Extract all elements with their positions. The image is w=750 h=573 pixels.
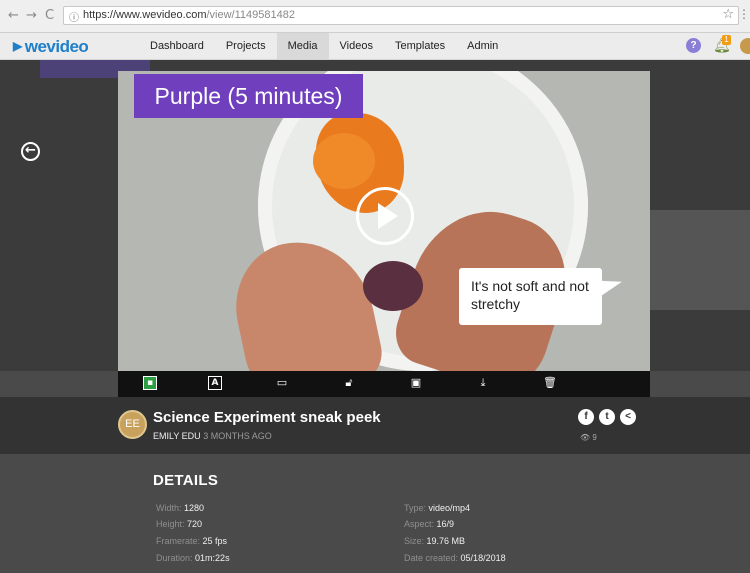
detail-date-created: Date created: 05/18/2018 — [404, 553, 506, 563]
details-panel: DETAILS Width: 1280 Height: 720 Framerat… — [0, 454, 750, 573]
detail-value: 25 fps — [202, 536, 228, 546]
detail-value: 1280 — [184, 503, 205, 513]
media-toolbar: ▪ A ▭ 🔓︎ ▣ ⤓ 🗑︎ — [118, 371, 650, 397]
share-icon[interactable]: < — [620, 409, 636, 425]
detail-label: Type: — [404, 503, 427, 513]
screen-icon[interactable]: ▭ — [275, 376, 289, 390]
nav-templates[interactable]: Templates — [384, 33, 456, 59]
help-icon[interactable]: ? — [686, 38, 701, 53]
nav-videos[interactable]: Videos — [329, 33, 384, 59]
bookmark-star-icon[interactable]: ☆ — [722, 7, 734, 22]
author-avatar[interactable]: EE — [118, 410, 147, 439]
nav-projects[interactable]: Projects — [215, 33, 277, 59]
video-info-bar: EE Science Experiment sneak peek EMILY E… — [0, 397, 750, 454]
thumbnail-icon[interactable]: ▪ — [143, 376, 157, 390]
caption-bubble: It's not soft and not stretchy — [459, 268, 625, 325]
url-host: https://www.wevideo.com — [83, 9, 207, 21]
play-button[interactable] — [356, 187, 414, 245]
author-name[interactable]: EMILY EDU — [153, 431, 201, 441]
detail-label: Date created: — [404, 553, 459, 563]
caption-text: It's not soft and not stretchy — [471, 278, 589, 312]
browser-menu-icon[interactable]: ⋮ — [738, 7, 750, 21]
url-path: /view/1149581482 — [206, 9, 295, 21]
detail-value: 05/18/2018 — [460, 553, 506, 563]
detail-label: Height: — [156, 519, 185, 529]
detail-width: Width: 1280 — [156, 503, 204, 513]
background-blur — [650, 210, 750, 310]
main-nav: Dashboard Projects Media Videos Template… — [139, 33, 509, 59]
detail-duration: Duration: 01m:22s — [156, 553, 230, 563]
detail-aspect: Aspect: 16/9 — [404, 519, 454, 529]
video-frame[interactable]: Purple (5 minutes) It's not soft and not… — [118, 71, 650, 371]
twitter-icon[interactable]: t — [599, 409, 615, 425]
detail-label: Width: — [156, 503, 182, 513]
nav-media[interactable]: Media — [276, 33, 329, 59]
detail-label: Size: — [404, 536, 425, 546]
detail-value: 01m:22s — [195, 553, 230, 563]
logo-play-icon: ▶ — [13, 39, 22, 53]
browser-back-button[interactable]: ← — [8, 8, 19, 23]
detail-value: video/mp4 — [428, 503, 471, 513]
address-text: https://www.wevideo.com/view/1149581482 — [83, 9, 295, 21]
detail-type: Type: video/mp4 — [404, 503, 470, 513]
logo-text: wevideo — [24, 37, 89, 56]
video-orange-dough — [313, 133, 375, 189]
nav-dashboard[interactable]: Dashboard — [139, 33, 215, 59]
detail-label: Aspect: — [404, 519, 435, 529]
site-info-icon[interactable]: ⓘ — [69, 9, 79, 24]
fit-icon[interactable]: ▣ — [409, 376, 423, 390]
video-purple-dough — [363, 261, 423, 311]
detail-framerate: Framerate: 25 fps — [156, 536, 227, 546]
eye-icon: 👁︎ — [580, 433, 591, 442]
nav-admin[interactable]: Admin — [456, 33, 509, 59]
detail-value: 19.76 MB — [426, 536, 466, 546]
video-title: Science Experiment sneak peek — [153, 409, 381, 426]
upload-age: 3 MONTHS AGO — [203, 431, 272, 441]
detail-value: 16/9 — [436, 519, 455, 529]
address-bar[interactable]: ⓘ https://www.wevideo.com/view/114958148… — [63, 6, 739, 25]
detail-label: Framerate: — [156, 536, 201, 546]
browser-forward-button[interactable]: → — [26, 8, 37, 23]
view-count: 👁︎ 9 — [580, 433, 597, 442]
wevideo-logo[interactable]: ▶ wevideo — [13, 37, 89, 57]
detail-value: 720 — [187, 519, 203, 529]
caption-tail — [595, 272, 625, 296]
trash-icon[interactable]: 🗑︎ — [543, 376, 557, 390]
browser-reload-button[interactable]: C — [45, 8, 54, 23]
notification-badge: 1 — [722, 35, 731, 45]
back-arrow-icon[interactable]: ← — [21, 142, 40, 161]
details-heading: DETAILS — [153, 472, 219, 489]
detail-height: Height: 720 — [156, 519, 202, 529]
video-title-overlay: Purple (5 minutes) — [134, 74, 363, 118]
text-icon[interactable]: A — [208, 376, 222, 390]
play-icon — [378, 203, 398, 229]
detail-size: Size: 19.76 MB — [404, 536, 465, 546]
detail-label: Duration: — [156, 553, 193, 563]
unlock-icon[interactable]: 🔓︎ — [342, 376, 356, 390]
facebook-icon[interactable]: f — [578, 409, 594, 425]
user-avatar[interactable] — [740, 38, 750, 54]
view-count-value: 9 — [592, 433, 597, 442]
browser-toolbar: ← → C ⓘ https://www.wevideo.com/view/114… — [0, 0, 750, 33]
video-meta: EMILY EDU 3 MONTHS AGO — [153, 431, 272, 441]
download-icon[interactable]: ⤓ — [476, 376, 490, 390]
app-header: ▶ wevideo Dashboard Projects Media Videos… — [0, 33, 750, 60]
